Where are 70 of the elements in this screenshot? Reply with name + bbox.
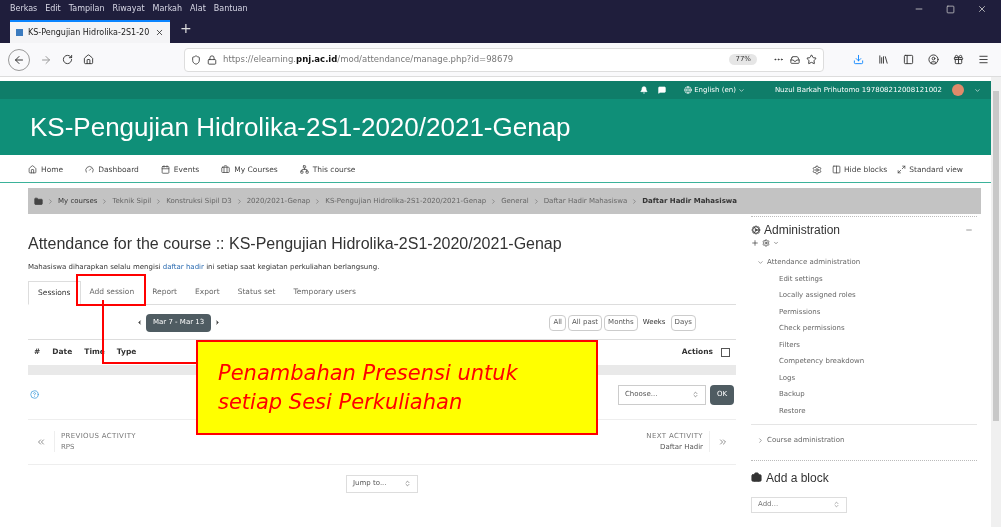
shield-icon (191, 54, 201, 65)
globe-icon (684, 86, 693, 94)
columns-icon (831, 165, 841, 174)
calendar-icon (160, 165, 170, 174)
chevron-down-icon (757, 258, 764, 266)
library-icon[interactable] (878, 54, 889, 65)
separator-icon (235, 197, 243, 205)
menu-item[interactable]: Tampilan (68, 3, 105, 15)
briefcase-icon (221, 165, 231, 174)
back-icon (13, 53, 25, 66)
menu-item[interactable]: Bantuan (213, 3, 248, 15)
sitemap-icon (299, 165, 309, 174)
highlight-frame (76, 274, 146, 306)
caret-icon (737, 86, 745, 94)
block-icon (751, 472, 762, 483)
gift-icon[interactable] (953, 54, 964, 65)
block-title: Add a block (766, 469, 829, 487)
home-icon (28, 165, 37, 174)
close-icon[interactable] (977, 4, 987, 14)
menu-item[interactable]: Markah (152, 3, 183, 15)
callout-text: Penambahan Presensi untuk (218, 362, 519, 384)
gear-icon (751, 225, 761, 235)
expand-icon (897, 165, 907, 174)
browser-tab[interactable]: KS-Pengujian Hidrolika-2S1-20 (10, 20, 170, 43)
home-icon[interactable] (83, 54, 94, 65)
separator-icon (155, 197, 163, 205)
menu-item[interactable]: Alat (190, 3, 206, 15)
page-heading: Attendance for the course :: KS-Pengujian Hidrolika-2S1-2020/2021-Genap (28, 234, 563, 254)
course-title: KS-Pengujian Hidrolika-2S1-2020/2021-Genap (30, 110, 571, 144)
separator-icon (631, 197, 639, 205)
block-title: Administration (764, 222, 841, 239)
updown-icon (833, 501, 840, 508)
chevron-right-icon (757, 436, 764, 444)
separator-icon (490, 197, 498, 205)
close-icon[interactable] (155, 28, 164, 37)
separator-icon (532, 197, 540, 205)
settings-icon[interactable] (762, 239, 770, 247)
tab-title: KS-Pengujian Hidrolika-2S1-20 (28, 26, 150, 39)
updown-icon (691, 391, 699, 398)
url-text: https://elearning.pnj.ac.id/mod/attendance/manage.php?id=98679 (223, 53, 514, 66)
separator-icon (314, 197, 322, 205)
folder-icon (34, 196, 43, 206)
star-icon[interactable] (806, 54, 817, 65)
lock-icon (207, 54, 217, 65)
separator-icon (101, 197, 109, 205)
move-icon[interactable] (751, 239, 759, 247)
gauge-icon (85, 165, 95, 174)
gear-icon[interactable] (811, 164, 822, 175)
menu-item[interactable]: Edit (45, 3, 61, 15)
menu-item[interactable]: Berkas (10, 3, 38, 15)
maximize-icon[interactable] (946, 4, 955, 14)
sidebar-icon[interactable] (903, 54, 914, 65)
bell-icon[interactable] (640, 86, 649, 94)
next-icon[interactable] (214, 319, 222, 326)
menu-icon[interactable] (978, 54, 989, 65)
select-all-checkbox[interactable] (721, 347, 730, 357)
callout-text: setiap Sesi Perkuliahan (218, 391, 464, 413)
chat-icon[interactable] (658, 86, 667, 94)
download-icon[interactable] (853, 54, 864, 65)
favicon-icon (16, 29, 23, 36)
caret-icon[interactable] (974, 86, 981, 94)
separator-icon (47, 197, 54, 205)
menu-item[interactable]: Riwayat (112, 3, 145, 15)
scrollbar[interactable] (991, 77, 1001, 527)
account-icon[interactable] (928, 54, 939, 65)
new-tab-button[interactable]: + (170, 18, 202, 39)
updown-icon (404, 480, 411, 487)
reload-icon[interactable] (62, 54, 73, 65)
previous-icon[interactable] (136, 319, 143, 326)
pocket-icon[interactable] (790, 54, 800, 65)
